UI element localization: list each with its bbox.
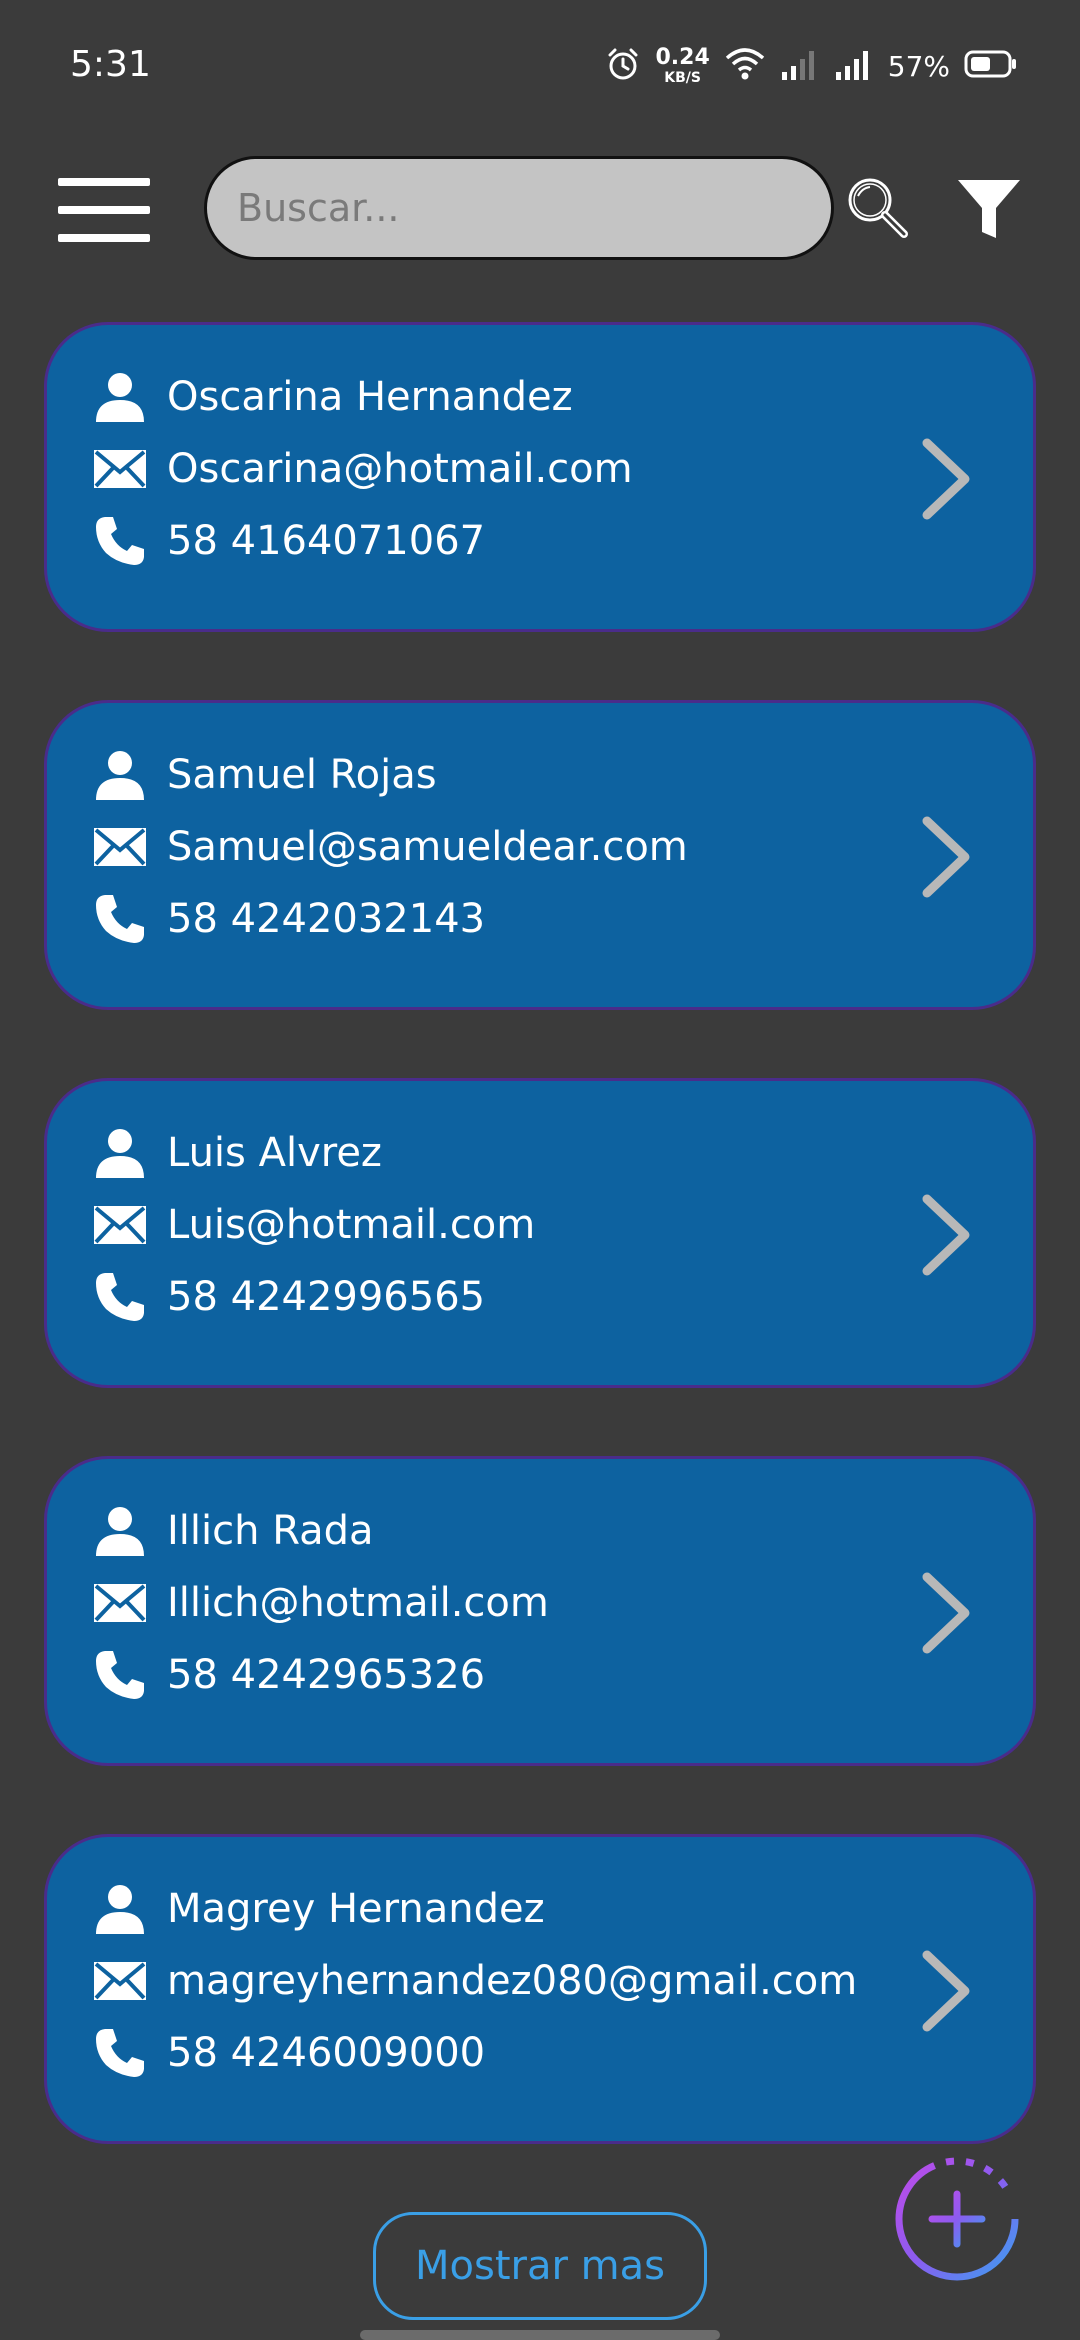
- contact-phone: 58 4242996565: [167, 1274, 486, 1320]
- contact-card[interactable]: Magrey Hernandez magreyhernandez080@gmail…: [44, 1834, 1036, 2144]
- mail-icon: [91, 1574, 149, 1632]
- status-bar: 5:31 0.24 KB/S 57%: [0, 0, 1080, 130]
- contact-name: Illich Rada: [167, 1508, 374, 1554]
- contact-phone: 58 4164071067: [167, 518, 486, 564]
- mail-icon: [91, 440, 149, 498]
- contact-phone: 58 4242032143: [167, 896, 486, 942]
- person-icon: [91, 368, 149, 426]
- app-root: 5:31 0.24 KB/S 57% Buscar... Oscarina He…: [0, 0, 1080, 2340]
- search-icon[interactable]: [844, 174, 910, 240]
- person-icon: [91, 1502, 149, 1560]
- mail-icon: [91, 1952, 149, 2010]
- contact-name-row: Illich Rada: [91, 1501, 374, 1561]
- contact-name-row: Magrey Hernandez: [91, 1879, 545, 1939]
- contact-name-row: Luis Alvrez: [91, 1123, 382, 1183]
- contact-email-row: Illich@hotmail.com: [91, 1573, 549, 1633]
- contact-card[interactable]: Oscarina Hernandez Oscarina@hotmail.com 58…: [44, 322, 1036, 632]
- signal-icon-sim2: [834, 46, 874, 86]
- battery-icon: [964, 49, 1018, 83]
- phone-icon: [91, 890, 149, 948]
- chevron-right-icon[interactable]: [917, 1949, 977, 2033]
- home-indicator: [360, 2330, 720, 2340]
- chevron-right-icon[interactable]: [917, 815, 977, 899]
- contact-phone: 58 4242965326: [167, 1652, 486, 1698]
- alarm-icon: [605, 46, 641, 86]
- filter-icon[interactable]: [956, 176, 1022, 242]
- contact-phone-row: 58 4246009000: [91, 2023, 485, 2083]
- status-indicators: 0.24 KB/S 57%: [591, 42, 1018, 90]
- network-speed-unit: KB/S: [664, 70, 701, 86]
- contact-name-row: Oscarina Hernandez: [91, 367, 573, 427]
- menu-icon[interactable]: [58, 178, 150, 242]
- contact-phone-row: 58 4164071067: [91, 511, 485, 571]
- phone-icon: [91, 512, 149, 570]
- chevron-right-icon[interactable]: [917, 437, 977, 521]
- contact-phone-row: 58 4242996565: [91, 1267, 485, 1327]
- phone-icon: [91, 1646, 149, 1704]
- chevron-right-icon[interactable]: [917, 1193, 977, 1277]
- contact-phone-row: 58 4242965326: [91, 1645, 485, 1705]
- show-more-button[interactable]: Mostrar mas: [373, 2212, 707, 2320]
- toolbar: [0, 150, 1080, 270]
- wifi-icon: [724, 46, 766, 86]
- person-icon: [91, 746, 149, 804]
- status-time: 5:31: [70, 44, 151, 85]
- contact-email-row: magreyhernandez080@gmail.com: [91, 1951, 857, 2011]
- battery-percent: 57%: [887, 49, 950, 83]
- contact-email: Illich@hotmail.com: [167, 1580, 549, 1626]
- search-input[interactable]: [204, 156, 834, 260]
- contact-phone-row: 58 4242032143: [91, 889, 485, 949]
- network-speed-value: 0.24: [655, 45, 710, 70]
- contact-phone: 58 4246009000: [167, 2030, 486, 2076]
- mail-icon: [91, 818, 149, 876]
- contact-card[interactable]: Luis Alvrez Luis@hotmail.com 58 4242996565: [44, 1078, 1036, 1388]
- contact-email: Oscarina@hotmail.com: [167, 446, 633, 492]
- contact-email-row: Luis@hotmail.com: [91, 1195, 535, 1255]
- contact-email-row: Samuel@samueldear.com: [91, 817, 688, 877]
- person-icon: [91, 1880, 149, 1938]
- person-icon: [91, 1124, 149, 1182]
- contact-email-row: Oscarina@hotmail.com: [91, 439, 633, 499]
- contact-name: Oscarina Hernandez: [167, 374, 573, 420]
- phone-icon: [91, 2024, 149, 2082]
- contact-name: Luis Alvrez: [167, 1130, 382, 1176]
- signal-icon-sim1: [780, 46, 820, 86]
- contact-email: magreyhernandez080@gmail.com: [167, 1958, 858, 2004]
- phone-icon: [91, 1268, 149, 1326]
- mail-icon: [91, 1196, 149, 1254]
- contact-email: Luis@hotmail.com: [167, 1202, 536, 1248]
- contact-name: Magrey Hernandez: [167, 1886, 545, 1932]
- contact-card[interactable]: Illich Rada Illich@hotmail.com 58 42429653…: [44, 1456, 1036, 1766]
- contact-name: Samuel Rojas: [167, 752, 437, 798]
- chevron-right-icon[interactable]: [917, 1571, 977, 1655]
- contact-email: Samuel@samueldear.com: [167, 824, 688, 870]
- network-speed: 0.24 KB/S: [655, 45, 710, 86]
- plus-icon: [928, 2190, 986, 2248]
- add-contact-button[interactable]: [892, 2154, 1022, 2284]
- contact-name-row: Samuel Rojas: [91, 745, 437, 805]
- contact-card[interactable]: Samuel Rojas Samuel@samueldear.com 58 4242…: [44, 700, 1036, 1010]
